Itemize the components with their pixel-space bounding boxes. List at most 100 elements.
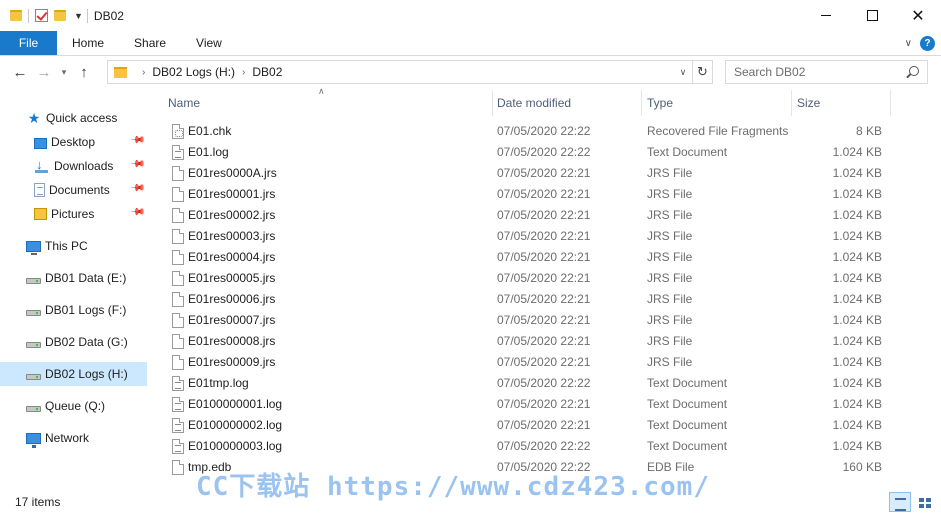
file-row[interactable]: E01res00004.jrs 07/05/2020 22:21 JRS File 1… [168,247,888,268]
file-type: Text Document [647,145,728,159]
ribbon-right-controls: ∨ ? [905,31,941,56]
tab-share[interactable]: Share [119,31,181,55]
file-icon [172,166,184,181]
file-icon [172,313,184,328]
file-row[interactable]: E01.chk 07/05/2020 22:22 Recovered File Fr… [168,121,888,142]
file-size: 1.024 KB [832,334,882,348]
text-file-icon [172,418,184,433]
drive-icon [26,374,41,380]
file-row[interactable]: E0100000002.log 07/05/2020 22:21 Text Docu… [168,415,888,436]
sidebar-item-documents[interactable]: Documents 📌 [0,178,147,202]
file-row[interactable]: E01res00002.jrs 07/05/2020 22:21 JRS File 1… [168,205,888,226]
drive-icon [26,278,41,284]
file-row[interactable]: E01res00006.jrs 07/05/2020 22:21 JRS File 1… [168,289,888,310]
drive-icon [26,406,41,412]
sidebar-item-db01-logs[interactable]: DB01 Logs (F:) [0,298,147,322]
sidebar-item-quick-access[interactable]: ★ Quick access [0,106,147,130]
file-type: JRS File [647,187,693,201]
sidebar-item-desktop[interactable]: Desktop 📌 [0,130,147,154]
recent-locations-button[interactable]: ▾ [56,61,72,85]
file-row[interactable]: E01res0000A.jrs 07/05/2020 22:21 JRS File 1… [168,163,888,184]
search-input[interactable]: Search DB02 [734,65,805,79]
sidebar-item-db02-logs[interactable]: DB02 Logs (H:) [0,362,147,386]
file-row[interactable]: E01tmp.log 07/05/2020 22:22 Text Document 1… [168,373,888,394]
file-date-modified: 07/05/2020 22:21 [497,355,591,369]
maximize-button[interactable] [849,0,895,31]
sidebar-item-queue[interactable]: Queue (Q:) [0,394,147,418]
ribbon-tabs: File Home Share View ∨ ? [0,31,941,56]
sidebar-item-db02-data[interactable]: DB02 Data (G:) [0,330,147,354]
sidebar-item-db01-data[interactable]: DB01 Data (E:) [0,266,147,290]
address-dropdown-icon[interactable]: ∨ [676,61,690,83]
sidebar-item-network[interactable]: Network [0,426,147,450]
file-name: E01res00009.jrs [188,355,276,369]
large-icons-view-icon[interactable] [913,492,935,512]
file-name: E0100000001.log [188,397,283,411]
watermark: CC下载站 https://www.cdz423.com/ [196,472,710,502]
file-icon [172,355,184,370]
file-row[interactable]: E01res00007.jrs 07/05/2020 22:21 JRS File 1… [168,310,888,331]
column-header-size[interactable]: Size [792,90,891,116]
file-type: Text Document [647,397,728,411]
file-size: 1.024 KB [832,439,882,453]
file-row[interactable]: E0100000003.log 07/05/2020 22:22 Text Docu… [168,436,888,457]
file-size: 1.024 KB [832,376,882,390]
chk-file-icon [172,124,184,139]
tab-home[interactable]: Home [57,31,119,55]
pin-icon[interactable]: 📌 [128,204,145,221]
pin-icon[interactable]: 📌 [128,156,145,173]
column-header-type[interactable]: Type [642,90,792,116]
help-icon[interactable]: ? [920,36,935,51]
minimize-button[interactable] [803,0,849,31]
tab-file[interactable]: File [0,31,57,55]
close-button[interactable]: ✕ [895,0,941,31]
file-size: 1.024 KB [832,292,882,306]
file-icon [172,460,184,475]
folder-icon [114,66,127,78]
file-row[interactable]: E01res00005.jrs 07/05/2020 22:21 JRS File 1… [168,268,888,289]
folder-icon [10,10,22,21]
address-bar[interactable]: › DB02 Logs (H:) › DB02 ∨ ↻ [107,60,713,84]
search-icon [909,66,919,76]
file-icon [172,334,184,349]
sidebar-item-label: This PC [45,239,88,253]
breadcrumb-folder[interactable]: DB02 [252,65,282,79]
file-row[interactable]: E01res00003.jrs 07/05/2020 22:21 JRS File 1… [168,226,888,247]
file-row[interactable]: E01res00008.jrs 07/05/2020 22:21 JRS File 1… [168,331,888,352]
customize-toolbar-icon[interactable]: ▼ [74,11,83,21]
forward-button[interactable]: → [32,61,56,85]
file-name: E01res00002.jrs [188,208,276,222]
file-type: JRS File [647,166,693,180]
navigation-bar: ← → ▾ ↑ › DB02 Logs (H:) › DB02 ∨ ↻ Sear… [0,57,941,88]
star-icon: ★ [27,110,41,126]
breadcrumb-separator[interactable]: › [142,67,145,78]
file-row[interactable]: E01res00001.jrs 07/05/2020 22:21 JRS File 1… [168,184,888,205]
up-button[interactable]: ↑ [72,61,96,85]
sidebar-item-downloads[interactable]: Downloads 📌 [0,154,147,178]
sidebar-item-pictures[interactable]: Pictures 📌 [0,202,147,226]
file-icon [172,229,184,244]
file-row[interactable]: E0100000001.log 07/05/2020 22:21 Text Docu… [168,394,888,415]
tab-view[interactable]: View [181,31,237,55]
column-header-date[interactable]: Date modified [492,90,642,116]
file-name: E01res00004.jrs [188,250,276,264]
file-date-modified: 07/05/2020 22:21 [497,166,591,180]
breadcrumb-separator[interactable]: › [242,67,245,78]
file-name: E01res00003.jrs [188,229,276,243]
details-view-icon[interactable] [889,492,911,512]
new-folder-icon[interactable] [54,10,66,21]
file-size: 1.024 KB [832,187,882,201]
column-header-name[interactable]: Name [163,90,493,116]
file-row[interactable]: E01.log 07/05/2020 22:22 Text Document 1.02… [168,142,888,163]
search-box[interactable]: Search DB02 [725,60,928,84]
breadcrumb-drive[interactable]: DB02 Logs (H:) [152,65,235,79]
back-button[interactable]: ← [8,61,32,85]
properties-icon[interactable] [35,9,48,22]
sidebar-item-this-pc[interactable]: This PC [0,234,147,258]
refresh-button[interactable]: ↻ [692,61,712,83]
file-row[interactable]: E01res00009.jrs 07/05/2020 22:21 JRS File 1… [168,352,888,373]
pin-icon[interactable]: 📌 [128,132,145,149]
expand-ribbon-icon[interactable]: ∨ [905,38,912,49]
pin-icon[interactable]: 📌 [128,180,145,197]
window-controls: ✕ [803,0,941,31]
